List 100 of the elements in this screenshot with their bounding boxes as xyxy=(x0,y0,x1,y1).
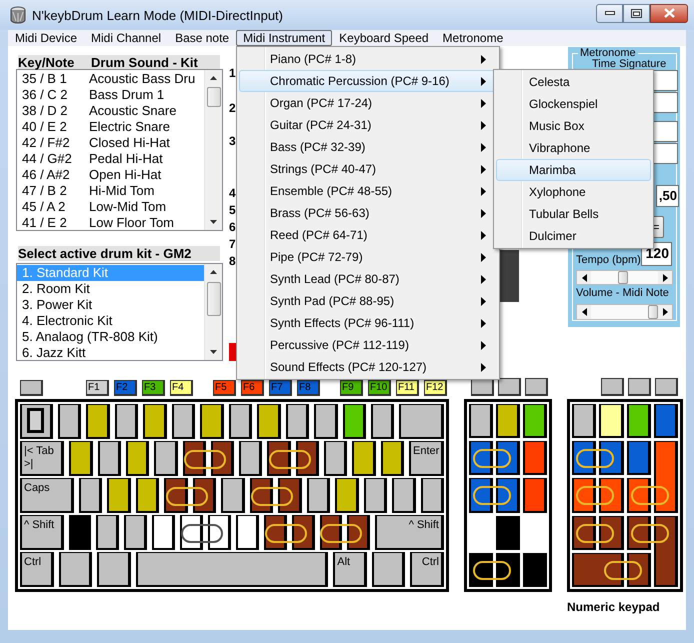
keyboard-key[interactable] xyxy=(286,404,310,439)
function-key[interactable]: F9 xyxy=(340,380,363,396)
keyboard-key[interactable]: ^ Shift xyxy=(375,515,444,550)
keyboard-key[interactable] xyxy=(172,404,196,439)
keyboard-key[interactable] xyxy=(469,478,493,513)
keyboard-key[interactable] xyxy=(420,478,444,513)
keyboard-key[interactable] xyxy=(124,515,148,550)
menu-item[interactable]: Vibraphone xyxy=(496,137,651,159)
keyboard-key[interactable] xyxy=(296,441,320,476)
keyboard-key[interactable] xyxy=(278,478,302,513)
menu-item[interactable]: Organ (PC# 17-24) xyxy=(239,92,497,114)
keyboard-key[interactable] xyxy=(136,478,160,513)
keyboard-key[interactable] xyxy=(626,552,651,587)
keyboard-key[interactable] xyxy=(599,441,624,476)
keyboard-key[interactable] xyxy=(342,404,366,439)
keyboard-key[interactable] xyxy=(68,515,92,550)
function-key[interactable]: F8 xyxy=(297,380,320,396)
function-key[interactable]: F1 xyxy=(86,380,109,396)
keyboard-key[interactable] xyxy=(626,516,651,550)
keyboard-key[interactable] xyxy=(599,478,624,513)
keyboard-key[interactable] xyxy=(469,404,493,438)
keyboard-key[interactable] xyxy=(626,441,651,476)
menu-item[interactable]: Brass (PC# 56-63) xyxy=(239,202,497,224)
keyboard-key[interactable] xyxy=(152,515,176,550)
menu-bar-item[interactable]: Midi Instrument xyxy=(236,30,332,46)
keyboard-key[interactable] xyxy=(236,515,259,550)
slider-right-button[interactable] xyxy=(658,270,672,284)
keyboard-key[interactable]: Caps xyxy=(20,478,74,513)
keyboard-key[interactable] xyxy=(114,404,138,439)
function-key[interactable]: F4 xyxy=(170,380,193,396)
keyboard-key[interactable] xyxy=(572,441,596,476)
function-key[interactable] xyxy=(20,380,43,396)
keyboard-key[interactable] xyxy=(208,515,231,550)
keyboard-key[interactable] xyxy=(469,552,493,587)
menu-item[interactable]: Ensemble (PC# 48-55) xyxy=(239,180,497,202)
keyboard-key[interactable] xyxy=(314,404,338,439)
menu-item[interactable]: Synth Lead (PC# 80-87) xyxy=(239,268,497,290)
scroll-thumb[interactable] xyxy=(206,87,220,107)
keyboard-key[interactable] xyxy=(98,441,121,476)
keyboard-key[interactable] xyxy=(372,552,406,587)
menu-bar-item[interactable]: Base note xyxy=(168,30,236,46)
keyboard-key[interactable] xyxy=(58,404,82,439)
slider-left-button[interactable] xyxy=(577,305,591,320)
keyboard-key[interactable] xyxy=(498,378,521,396)
function-key[interactable]: F10 xyxy=(368,380,391,396)
keyboard-key[interactable] xyxy=(228,404,252,439)
number-field[interactable]: ,50 xyxy=(656,185,679,207)
menu-item[interactable]: Synth Effects (PC# 96-111) xyxy=(239,312,497,334)
menu-item[interactable]: Bass (PC# 32-39) xyxy=(239,136,497,158)
menu-item[interactable]: Synth Pad (PC# 88-95) xyxy=(239,290,497,312)
keyboard-key[interactable]: Alt xyxy=(333,552,367,587)
slider-left-button[interactable] xyxy=(577,270,591,284)
slider[interactable] xyxy=(576,304,673,320)
minimize-button[interactable] xyxy=(596,4,623,22)
slider-thumb[interactable] xyxy=(618,270,628,284)
keyboard-key[interactable] xyxy=(20,404,53,439)
keyboard-key[interactable] xyxy=(221,478,245,513)
keyboard-key[interactable] xyxy=(352,441,376,476)
keyboard-key[interactable] xyxy=(654,404,678,438)
keyboard-key[interactable] xyxy=(364,478,388,513)
keyboard-key[interactable]: ^ Shift xyxy=(20,515,64,550)
keyboard-key[interactable]: |< Tab >| xyxy=(20,441,64,476)
keyboard-key[interactable] xyxy=(239,441,262,476)
menu-item[interactable]: Marimba xyxy=(496,159,651,181)
keyboard-key[interactable] xyxy=(78,478,102,513)
menu-item[interactable]: Strings (PC# 40-47) xyxy=(239,158,497,180)
keyboard-key[interactable] xyxy=(58,552,92,587)
menu-item[interactable]: Tubular Bells xyxy=(496,203,651,225)
keyboard-key[interactable] xyxy=(392,478,416,513)
keyboard-key[interactable] xyxy=(86,404,110,439)
keyboard-key[interactable] xyxy=(655,378,678,396)
close-button[interactable] xyxy=(650,4,688,22)
keyboard-key[interactable] xyxy=(525,378,548,396)
menu-item[interactable]: Sound Effects (PC# 120-127) xyxy=(239,356,497,378)
keyboard-key[interactable] xyxy=(654,441,678,513)
keyboard-key[interactable] xyxy=(496,441,520,476)
keyboard-key[interactable] xyxy=(335,478,359,513)
keyboard-key[interactable] xyxy=(599,516,624,550)
keyboard-key[interactable] xyxy=(69,441,93,476)
keyboard-key[interactable]: Ctrl xyxy=(410,552,444,587)
keyboard-key[interactable] xyxy=(371,404,394,439)
slider-thumb[interactable] xyxy=(648,305,658,320)
list-item[interactable]: 6. Jazz Kitt xyxy=(17,345,204,360)
keyboard-key[interactable] xyxy=(572,404,596,438)
keyboard-key[interactable] xyxy=(380,441,404,476)
keyboard-key[interactable] xyxy=(154,441,178,476)
list-item[interactable]: 3. Power Kit xyxy=(17,297,204,313)
menu-item[interactable]: Guitar (PC# 24-31) xyxy=(239,114,497,136)
keyboard-key[interactable] xyxy=(601,378,624,396)
menu-item[interactable]: Celesta xyxy=(496,71,651,93)
function-key[interactable]: F12 xyxy=(424,380,447,396)
keyboard-key[interactable] xyxy=(306,478,330,513)
menu-item[interactable]: Xylophone xyxy=(496,181,651,203)
keyboard-key[interactable] xyxy=(399,404,444,439)
keyboard-key[interactable] xyxy=(523,404,547,438)
keyboard-key[interactable] xyxy=(257,404,281,439)
keyboard-key[interactable] xyxy=(469,441,493,476)
keyboard-key[interactable] xyxy=(126,441,150,476)
menu-item[interactable]: Glockenspiel xyxy=(496,93,651,115)
list-item[interactable]: 5. Analaog (TR-808 Kit) xyxy=(17,329,204,345)
